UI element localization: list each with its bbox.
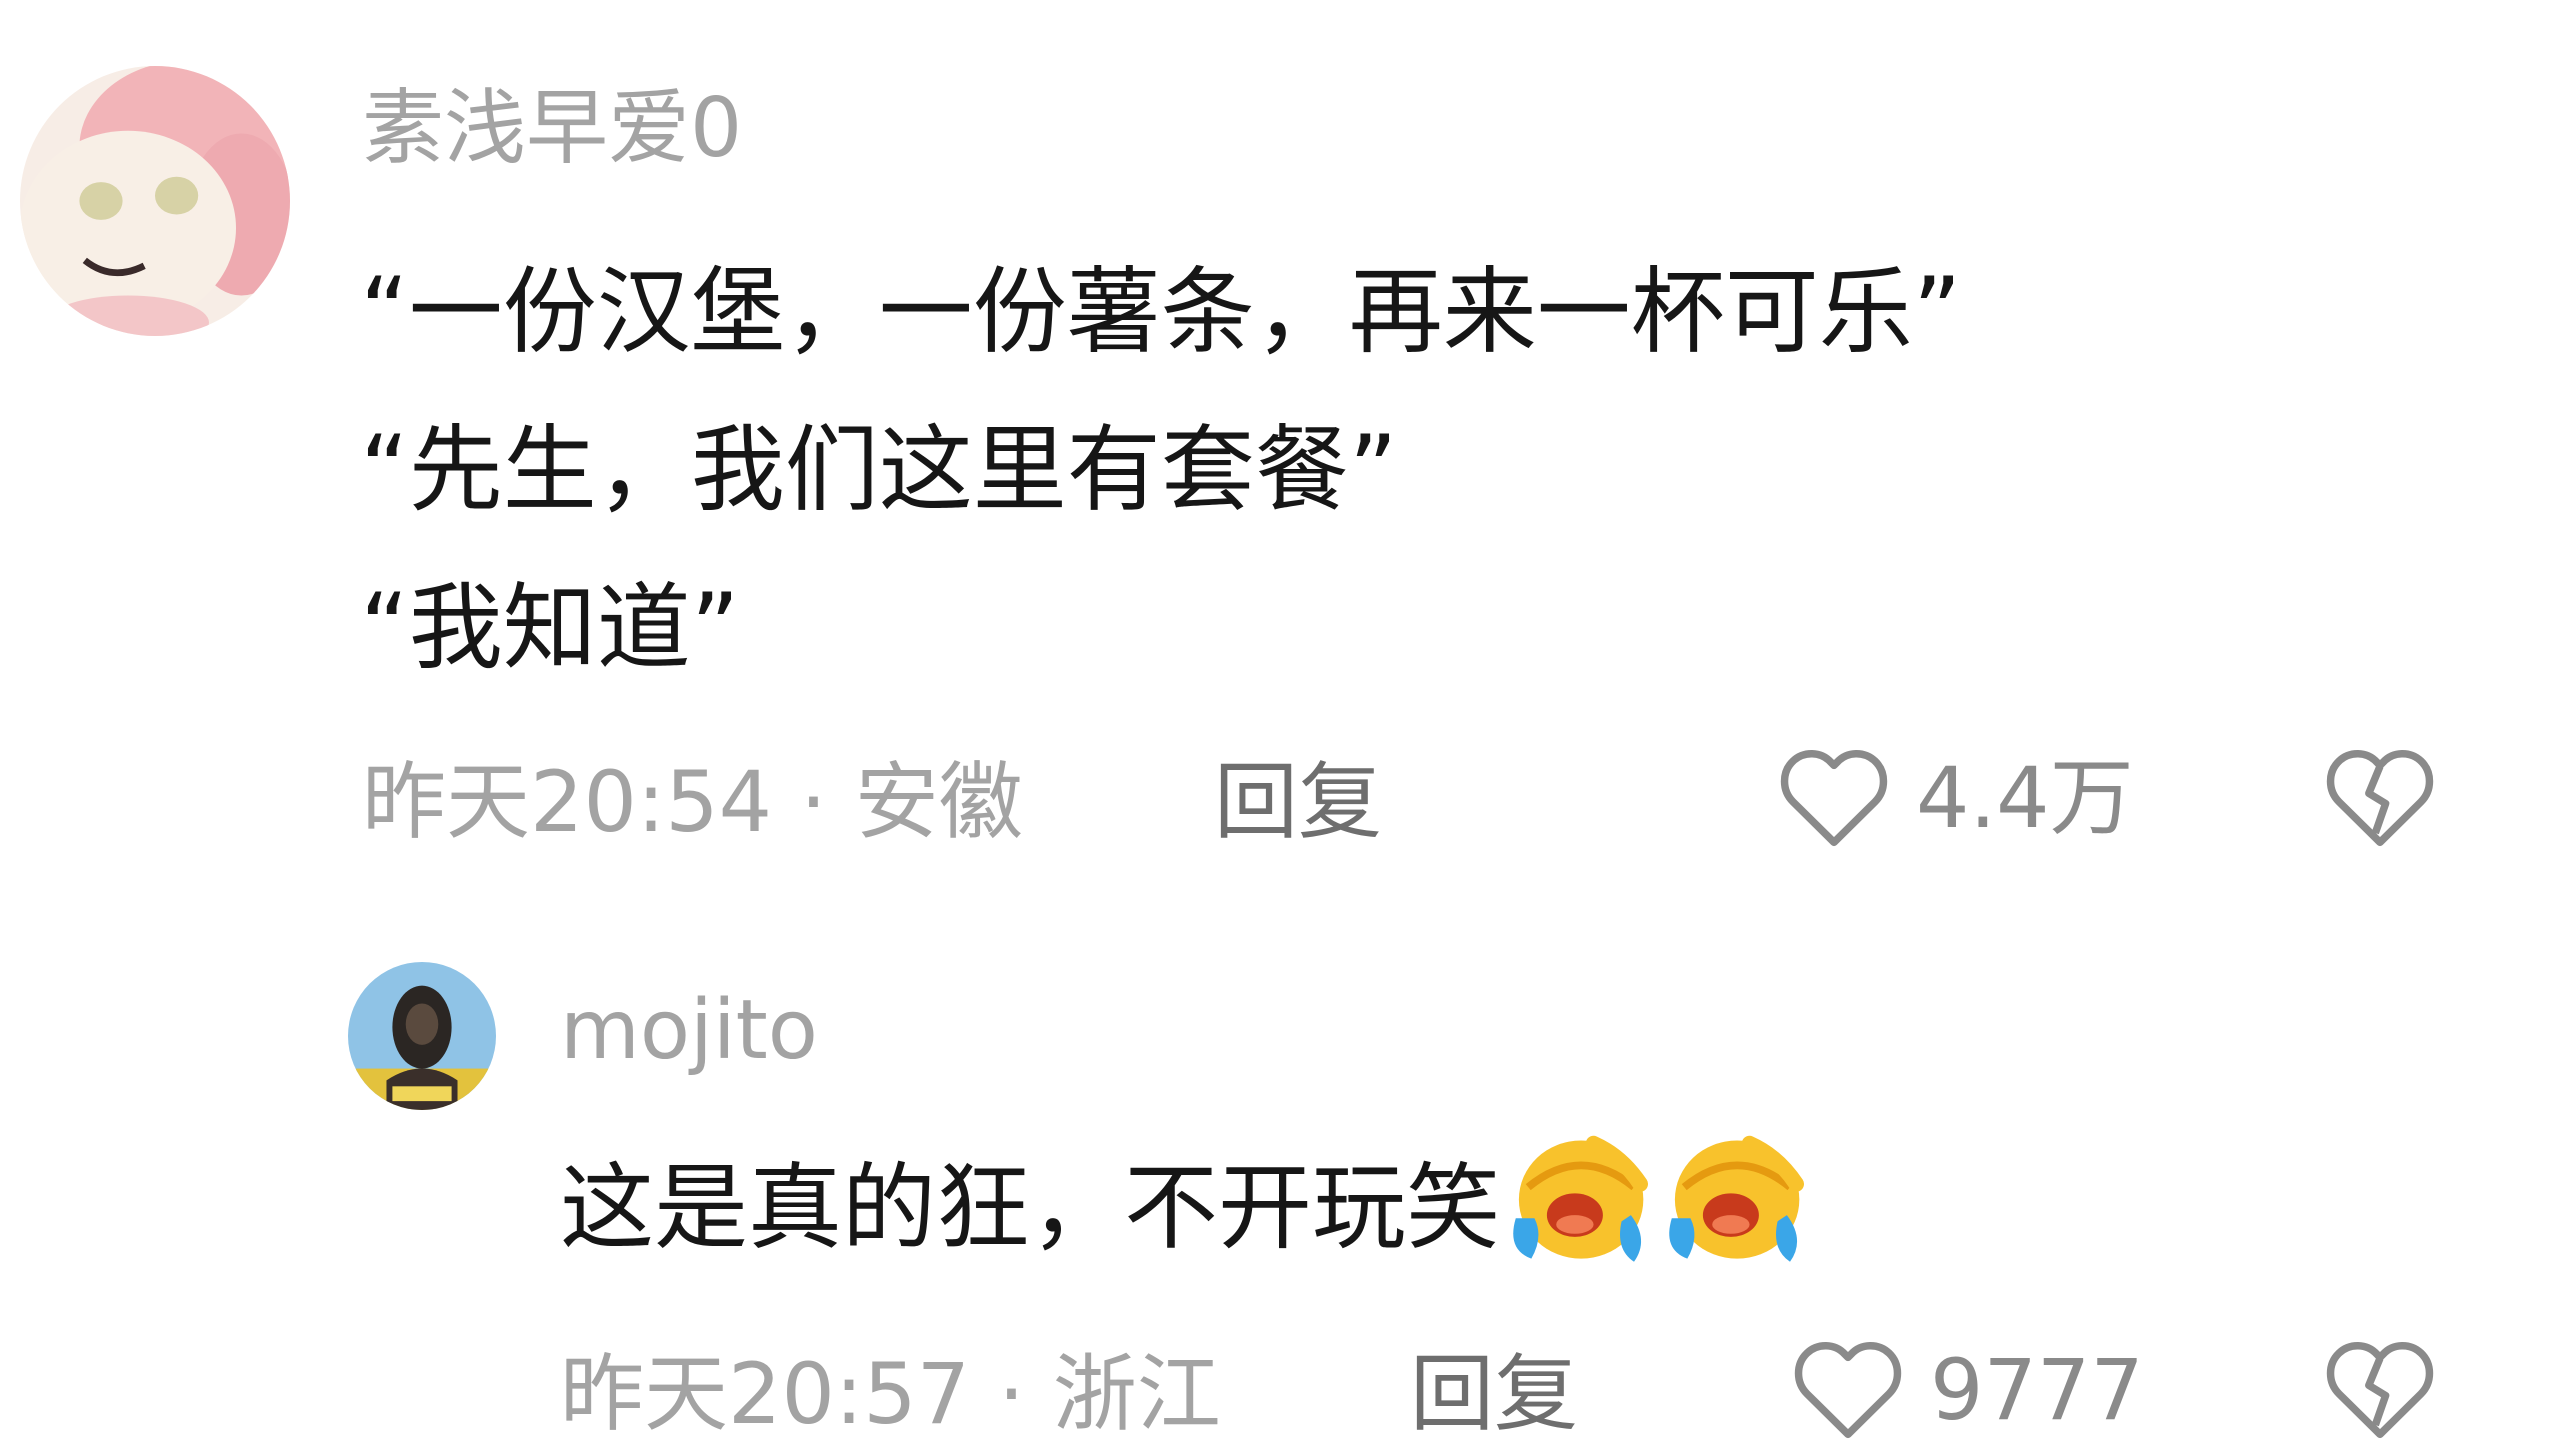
comment-line: 这是真的狂，不开玩笑 bbox=[560, 1154, 1501, 1263]
broken-heart-icon bbox=[2326, 750, 2434, 847]
timestamp: 昨天20:54 bbox=[362, 753, 773, 851]
like-button[interactable]: 4.4万 bbox=[1778, 746, 2134, 850]
location: 安徽 bbox=[854, 753, 1023, 851]
rofl-crying-emoji-icon bbox=[1656, 1128, 1812, 1268]
rofl-crying-emoji-icon bbox=[1500, 1128, 1656, 1268]
comment-line: “我知道” bbox=[360, 574, 740, 683]
comment-meta: 昨天20:57 · 浙江 bbox=[560, 1352, 1221, 1436]
heart-outline-icon bbox=[1794, 1342, 1902, 1439]
comment-text: “一份汉堡，一份薯条，再来一杯可乐” “先生，我们这里有套餐” “我知道” bbox=[360, 234, 1961, 708]
separator: · bbox=[998, 1345, 1025, 1443]
heart-outline-icon bbox=[1780, 750, 1888, 847]
username[interactable]: mojito bbox=[560, 990, 818, 1072]
broken-heart-icon bbox=[2326, 1342, 2434, 1439]
avatar[interactable] bbox=[20, 66, 290, 336]
anime-girl-avatar-icon bbox=[20, 66, 290, 336]
comment-line: “先生，我们这里有套餐” bbox=[360, 416, 1398, 525]
like-button[interactable]: 9777 bbox=[1792, 1338, 2144, 1442]
like-count: 4.4万 bbox=[1916, 749, 2134, 847]
username[interactable]: 素浅早爱0 bbox=[362, 88, 742, 170]
timestamp: 昨天20:57 bbox=[560, 1345, 971, 1443]
location: 浙江 bbox=[1052, 1345, 1221, 1443]
comment-meta: 昨天20:54 · 安徽 bbox=[362, 760, 1023, 844]
like-count: 9777 bbox=[1930, 1341, 2144, 1439]
comment-line: “一份汉堡，一份薯条，再来一杯可乐” bbox=[360, 258, 1962, 367]
user-photo-avatar-icon bbox=[348, 962, 496, 1110]
separator: · bbox=[800, 753, 827, 851]
comment-text: 这是真的狂，不开玩笑 bbox=[560, 1128, 1812, 1289]
avatar[interactable] bbox=[348, 962, 496, 1110]
dislike-button[interactable] bbox=[2324, 1338, 2436, 1442]
dislike-button[interactable] bbox=[2324, 746, 2436, 850]
reply-button[interactable]: 回复 bbox=[1214, 760, 1382, 844]
reply-button[interactable]: 回复 bbox=[1410, 1352, 1578, 1436]
